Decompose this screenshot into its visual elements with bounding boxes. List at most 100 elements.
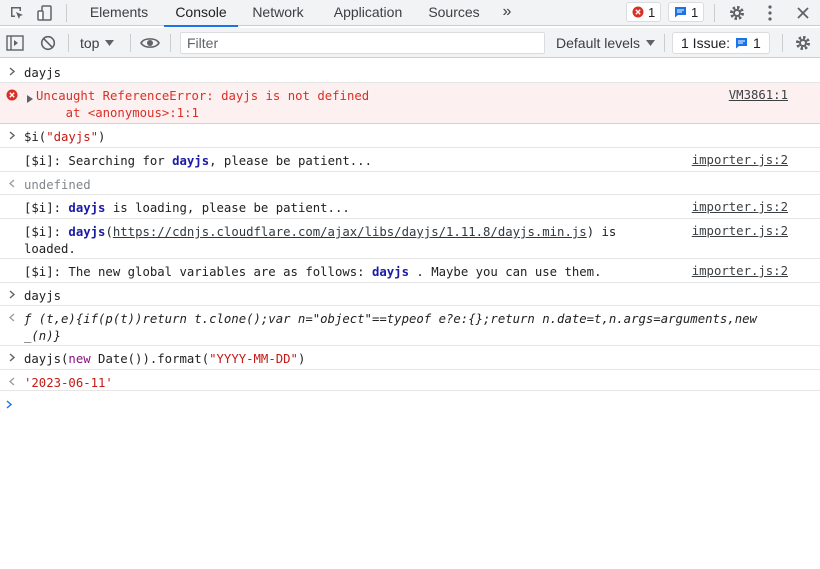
- prompt-chevron-icon: [6, 398, 13, 412]
- log-message: [$i]: dayjs(https://cdnjs.cloudflare.com…: [24, 224, 616, 258]
- message-count: 1: [691, 4, 699, 20]
- log-text: . Maybe you can use them.: [409, 265, 602, 279]
- devtools-tab-bar: Elements Console Network Application Sou…: [0, 0, 820, 27]
- error-message: Uncaught ReferenceError: dayjs is not de…: [36, 88, 369, 122]
- function-line-1: ƒ (t,e){if(p(t))return t.clone();var n="…: [24, 312, 757, 326]
- divider: [664, 34, 665, 52]
- tab-application[interactable]: Application: [324, 0, 412, 26]
- tab-sources[interactable]: Sources: [422, 0, 486, 26]
- divider: [782, 34, 783, 52]
- log-keyword: dayjs: [371, 265, 409, 279]
- console-log-row: [$i]: The new global variables are as fo…: [0, 259, 820, 283]
- tab-network[interactable]: Network: [244, 0, 312, 26]
- console-toolbar: top Default levels 1 Issue: 1: [0, 28, 820, 58]
- more-options-icon[interactable]: [760, 0, 780, 26]
- divider: [68, 34, 69, 52]
- log-text: loaded.: [24, 242, 76, 256]
- error-icon: [6, 89, 18, 101]
- input-chevron-icon: [6, 65, 18, 77]
- message-count-badge[interactable]: 1: [668, 2, 705, 22]
- log-levels-dropdown[interactable]: Default levels: [556, 28, 656, 58]
- input-chevron-icon: [6, 288, 18, 300]
- sidebar-toggle-icon[interactable]: [6, 28, 24, 58]
- console-result-row: '2023-06-11': [0, 370, 820, 391]
- log-text: [$i]: Searching for: [24, 154, 173, 168]
- expand-triangle-icon[interactable]: [27, 92, 33, 106]
- code-text: $i(: [24, 130, 47, 144]
- console-input-text: dayjs: [24, 289, 62, 303]
- code-keyword: new: [68, 352, 91, 366]
- log-message: [$i]: dayjs is loading, please be patien…: [24, 200, 350, 217]
- inspect-element-icon[interactable]: [6, 0, 28, 26]
- log-text: [$i]: The new global variables are as fo…: [24, 265, 372, 279]
- log-text: ) is: [586, 225, 617, 239]
- source-link[interactable]: VM3861:1: [729, 88, 788, 102]
- log-text: , please be patient...: [209, 154, 372, 168]
- console-prompt[interactable]: [0, 391, 820, 415]
- source-link[interactable]: importer.js:2: [692, 264, 788, 278]
- result-arrow-icon: [6, 177, 18, 189]
- log-levels-label: Default levels: [556, 35, 641, 51]
- console-input-row: $i("dayjs"): [0, 124, 820, 148]
- context-selector[interactable]: top: [80, 28, 115, 58]
- log-text: (: [105, 225, 113, 239]
- log-text: [$i]:: [24, 201, 69, 215]
- code-text: ): [98, 130, 106, 144]
- console-input-text: dayjs(new Date()).format("YYYY-MM-DD"): [24, 351, 305, 368]
- console-log-row: [$i]: dayjs is loading, please be patien…: [0, 195, 820, 219]
- error-count-badge[interactable]: 1: [626, 2, 662, 22]
- console-result-row[interactable]: ƒ (t,e){if(p(t))return t.clone();var n="…: [0, 306, 820, 346]
- message-icon: [675, 7, 686, 18]
- console-input-row: dayjs: [0, 60, 820, 83]
- device-toolbar-icon[interactable]: [34, 0, 56, 26]
- log-message: [$i]: The new global variables are as fo…: [24, 264, 602, 281]
- close-icon[interactable]: [792, 0, 814, 26]
- error-line-1: Uncaught ReferenceError: dayjs is not de…: [36, 89, 370, 103]
- divider: [714, 4, 715, 22]
- source-link[interactable]: importer.js:2: [692, 200, 788, 214]
- console-log-row: [$i]: Searching for dayjs, please be pat…: [0, 148, 820, 172]
- issues-label: 1 Issue:: [681, 35, 731, 51]
- function-source: ƒ (t,e){if(p(t))return t.clone();var n="…: [24, 311, 757, 345]
- code-string: "dayjs": [46, 130, 99, 144]
- input-chevron-icon: [6, 351, 18, 363]
- console-input-row: dayjs(new Date()).format("YYYY-MM-DD"): [0, 346, 820, 370]
- clear-console-icon[interactable]: [40, 28, 56, 58]
- settings-gear-icon[interactable]: [726, 0, 748, 26]
- error-count: 1: [648, 4, 656, 20]
- filter-input[interactable]: [180, 32, 545, 54]
- input-chevron-icon: [6, 129, 18, 141]
- cdn-url-link[interactable]: https://cdnjs.cloudflare.com/ajax/libs/d…: [113, 225, 587, 239]
- console-input-text: dayjs: [24, 66, 62, 80]
- result-value: '2023-06-11': [24, 376, 113, 390]
- log-text: [$i]:: [24, 225, 69, 239]
- divider: [130, 34, 131, 52]
- console-log-row: [$i]: dayjs(https://cdnjs.cloudflare.com…: [0, 219, 820, 259]
- code-text: dayjs(: [24, 352, 69, 366]
- log-message: [$i]: Searching for dayjs, please be pat…: [24, 153, 372, 170]
- error-icon: [632, 6, 644, 18]
- console-settings-gear-icon[interactable]: [794, 28, 812, 58]
- result-value: undefined: [24, 178, 91, 192]
- error-line-2: at <anonymous>:1:1: [36, 106, 199, 120]
- code-text: ): [297, 352, 306, 366]
- divider: [170, 34, 171, 52]
- function-line-2: _(n)}: [24, 329, 62, 343]
- issues-button[interactable]: 1 Issue: 1: [672, 32, 770, 54]
- log-keyword: dayjs: [172, 154, 210, 168]
- dropdown-triangle-icon: [646, 40, 656, 46]
- issues-count: 1: [753, 35, 761, 51]
- divider: [66, 4, 67, 22]
- console-input-text: $i("dayjs"): [24, 129, 105, 146]
- context-label: top: [80, 35, 100, 51]
- console-error-row: Uncaught ReferenceError: dayjs is not de…: [0, 83, 820, 124]
- live-expression-eye-icon[interactable]: [140, 28, 160, 58]
- source-link[interactable]: importer.js:2: [692, 153, 788, 167]
- source-link[interactable]: importer.js:2: [692, 224, 788, 238]
- tab-console[interactable]: Console: [164, 0, 238, 27]
- more-tabs-button[interactable]: »: [496, 0, 518, 26]
- issue-message-icon: [736, 38, 748, 49]
- result-arrow-icon: [6, 311, 18, 323]
- tab-elements[interactable]: Elements: [80, 0, 158, 26]
- code-text: Date()).format(: [90, 352, 210, 366]
